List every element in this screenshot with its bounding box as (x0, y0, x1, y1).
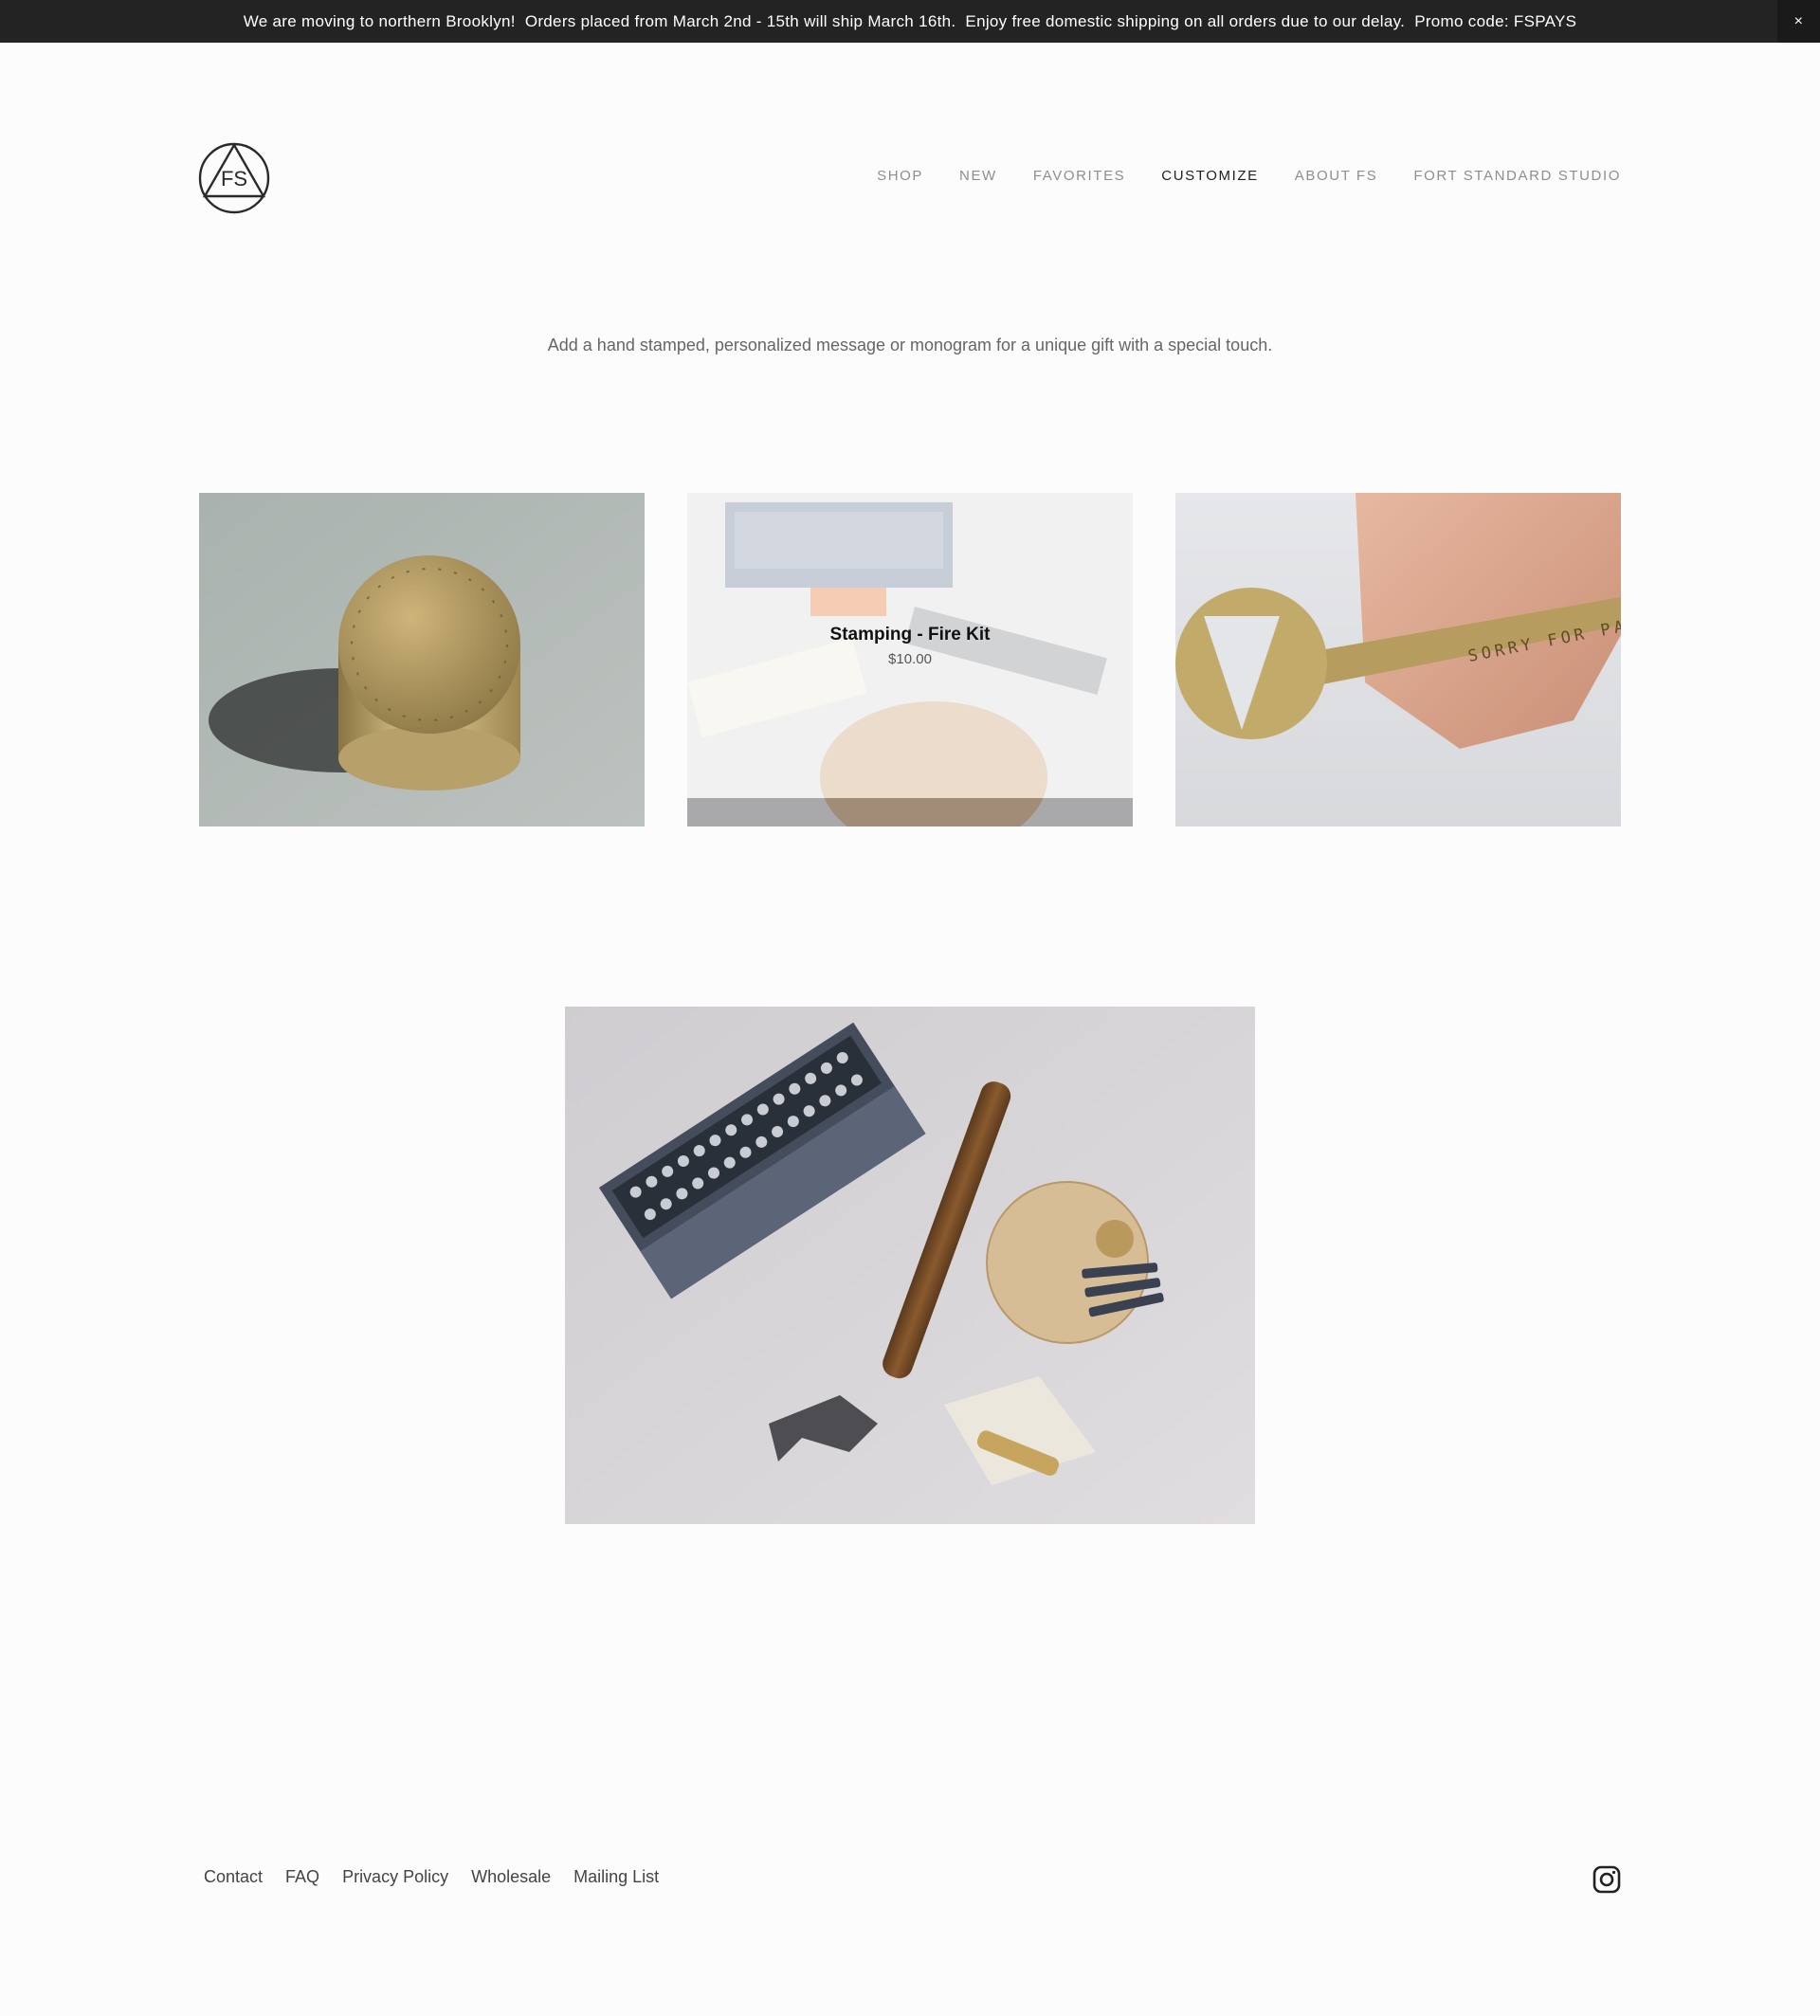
bottle-opener-image: SORRY FOR PARTYING (1175, 493, 1621, 826)
announcement-bar: We are moving to northern Brooklyn! Orde… (0, 0, 1820, 43)
overlay-bottom-bar (687, 798, 1133, 826)
logo-text: FS (221, 167, 247, 191)
nav-favorites[interactable]: FAVORITES (1033, 168, 1125, 184)
brass-canister-image (199, 493, 645, 826)
footer-link-faq[interactable]: FAQ (285, 1867, 319, 1887)
nav-shop[interactable]: SHOP (877, 168, 923, 184)
product-tile-bottle-opener[interactable]: SORRY FOR PARTYING (1175, 493, 1621, 826)
instagram-icon[interactable] (1592, 1865, 1621, 1894)
product-tile-brass-canister[interactable] (199, 493, 645, 826)
nav-about-fs[interactable]: ABOUT FS (1295, 168, 1378, 184)
nav-customize[interactable]: CUSTOMIZE (1161, 168, 1258, 184)
footer-link-wholesale[interactable]: Wholesale (471, 1867, 551, 1887)
feature-image-stamping-kit (565, 1007, 1255, 1524)
fs-logo[interactable]: FS (198, 142, 270, 214)
product-overlay: Stamping - Fire Kit $10.00 (687, 493, 1133, 798)
footer-link-mailing-list[interactable]: Mailing List (573, 1867, 659, 1887)
nav-new[interactable]: NEW (959, 168, 997, 184)
announcement-close-button[interactable]: × (1777, 0, 1820, 43)
nav-fort-standard-studio[interactable]: FORT STANDARD STUDIO (1413, 168, 1621, 184)
footer-link-privacy-policy[interactable]: Privacy Policy (342, 1867, 448, 1887)
product-price: $10.00 (888, 650, 932, 667)
announcement-message: We are moving to northern Brooklyn! Orde… (243, 11, 1577, 30)
stamping-kit-flatlay-image (565, 1007, 1255, 1524)
main-nav: SHOP NEW FAVORITES CUSTOMIZE ABOUT FS FO… (877, 168, 1621, 184)
product-title: Stamping - Fire Kit (829, 624, 991, 645)
footer-links: Contact FAQ Privacy Policy Wholesale Mai… (204, 1867, 659, 1887)
product-tile-stamping-fire-kit[interactable]: Stamping - Fire Kit $10.00 (687, 493, 1133, 826)
footer-link-contact[interactable]: Contact (204, 1867, 263, 1887)
intro-text: Add a hand stamped, personalized message… (547, 336, 1273, 354)
